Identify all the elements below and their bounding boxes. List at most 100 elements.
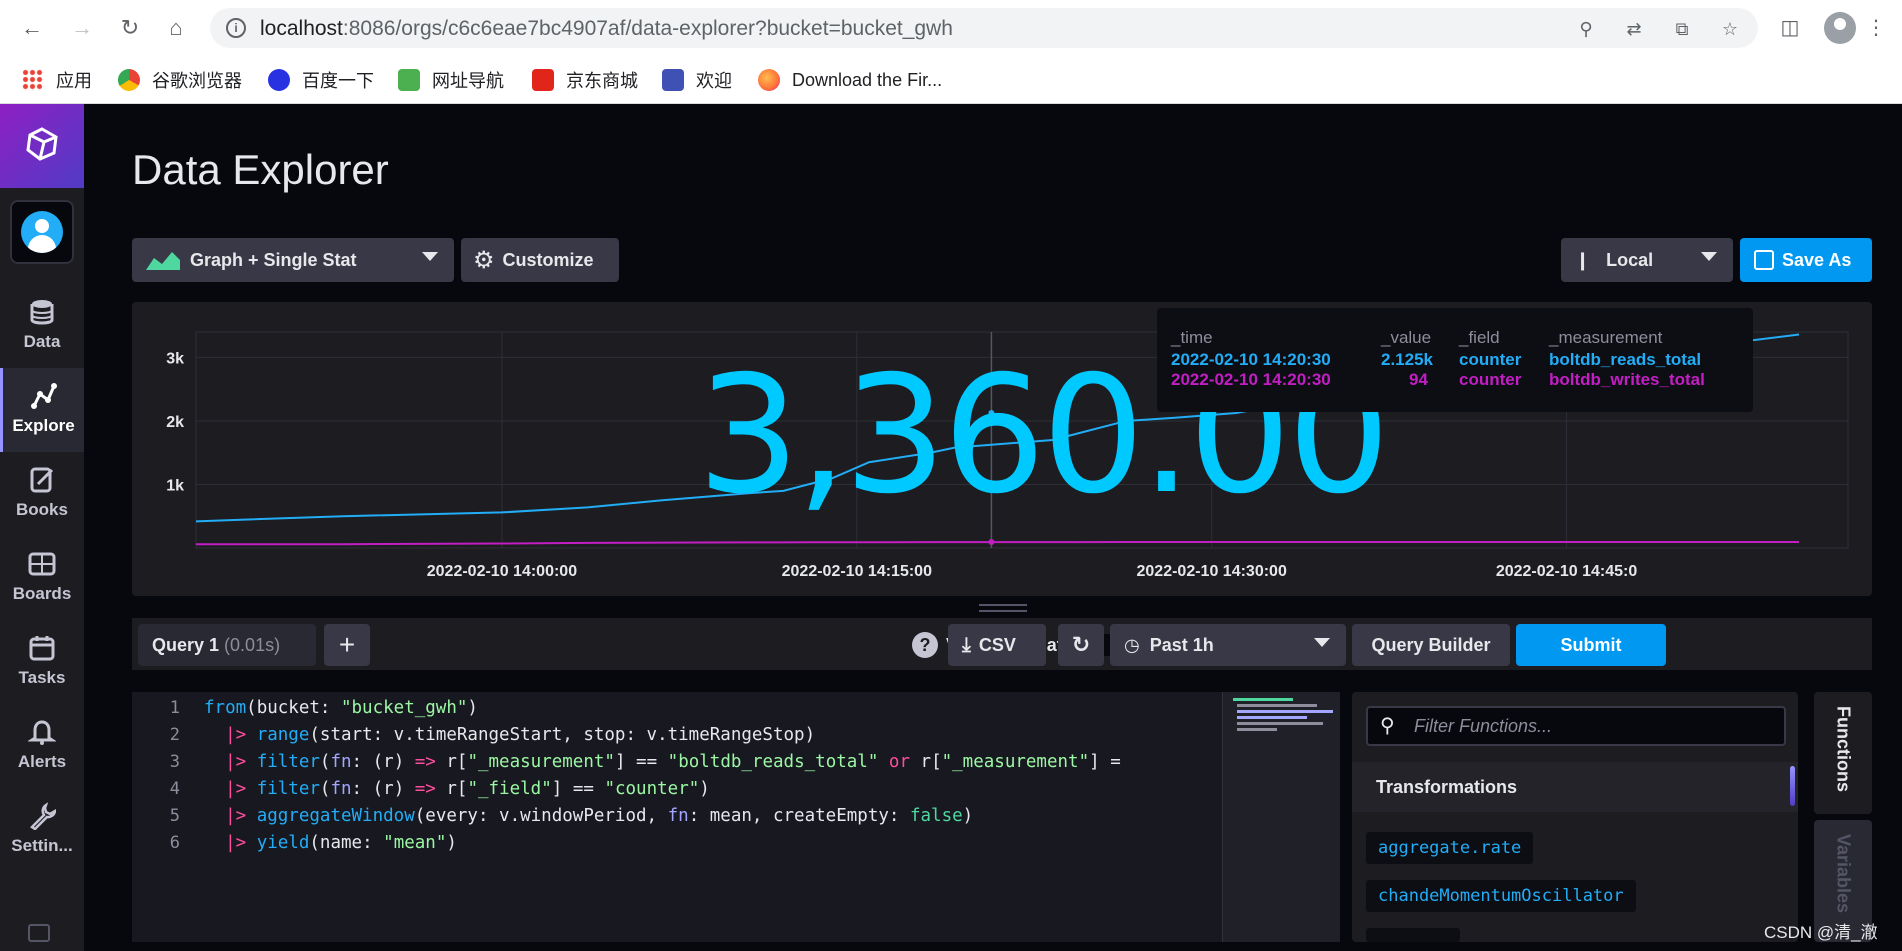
query-builder-label: Query Builder (1371, 634, 1491, 655)
x-tick-label: 2022-02-10 14:15:00 (782, 563, 932, 580)
code-minimap[interactable] (1222, 692, 1340, 942)
customize-button[interactable]: ⚙ Customize (461, 238, 619, 282)
submit-button[interactable]: Submit (1516, 624, 1666, 666)
code-line: |> filter(fn: (r) => r["_field"] == "cou… (225, 779, 710, 799)
view-type-dropdown[interactable]: Graph + Single Stat (132, 238, 454, 282)
cuboid-icon (26, 127, 58, 161)
add-query-button[interactable]: + (324, 624, 370, 666)
star-icon[interactable]: ☆ (1719, 18, 1741, 40)
sidebar: Data Explore Books Boards Tasks Alerts S… (0, 104, 84, 951)
query-bar: Query 1 (0.01s) + ? View Raw Data ⤓ CSV … (132, 618, 1872, 670)
profile-icon[interactable] (1824, 12, 1856, 44)
function-item[interactable]: aggregate.rate (1366, 832, 1534, 864)
time-range-label: Past 1h (1149, 634, 1214, 655)
time-range-dropdown[interactable]: ◷ Past 1h (1110, 624, 1346, 666)
bookmark-label: 京东商城 (566, 71, 638, 91)
key-icon[interactable]: ⚲ (1575, 18, 1597, 40)
sidebar-label: Boards (12, 584, 72, 603)
2345-house-icon (398, 69, 420, 91)
sidebar-item-alerts[interactable]: Alerts (0, 704, 84, 788)
forward-icon[interactable]: → (68, 14, 96, 42)
bookmark-jd[interactable]: 京东商城 (532, 66, 638, 94)
back-icon[interactable]: ← (18, 14, 46, 42)
refresh-button[interactable]: ↻ (1058, 624, 1104, 666)
user-avatar[interactable] (10, 200, 74, 264)
filter-functions-input[interactable]: ⚲ Filter Functions... (1366, 706, 1786, 746)
code-line: |> aggregateWindow(every: v.windowPeriod… (225, 806, 974, 826)
bookmark-label: 欢迎 (696, 71, 732, 91)
caret-down-icon (1701, 252, 1717, 261)
influxdb-app: Data Explore Books Boards Tasks Alerts S… (0, 104, 1902, 951)
tab-functions-label: Functions (1833, 706, 1854, 792)
timezone-label: Local (1606, 249, 1654, 270)
dashboard-icon (28, 552, 56, 576)
database-icon (30, 300, 54, 325)
baidu-paw-icon (268, 69, 290, 91)
csv-label: CSV (978, 634, 1016, 655)
welcome-icon (662, 69, 684, 91)
help-icon[interactable]: ? (912, 632, 938, 658)
graph-single-stat-icon (146, 252, 180, 270)
bookmark-baidu[interactable]: 百度一下 (268, 66, 374, 94)
clock-icon: ◷ (1124, 634, 1140, 655)
bookmark-label: 网址导航 (432, 71, 504, 91)
sidebar-label: Explore (12, 416, 75, 435)
function-item[interactable]: chandeMomentumOscillator (1366, 880, 1636, 912)
sidebar-label: Settin... (11, 836, 73, 855)
user-icon (21, 211, 63, 253)
x-tick-label: 2022-02-10 14:30:00 (1137, 563, 1287, 580)
function-item[interactable] (1366, 928, 1460, 942)
share-icon[interactable]: ⧉ (1671, 18, 1693, 40)
save-as-button[interactable]: Save As (1740, 238, 1872, 282)
flux-editor[interactable]: 1 2 3 4 5 6 from(bucket: "bucket_gwh") |… (132, 692, 1222, 942)
tab-functions[interactable]: Functions (1814, 692, 1872, 814)
tooltip-measurement: boltdb_writes_total (1549, 370, 1705, 389)
influxdb-logo[interactable] (0, 104, 84, 188)
resize-handle[interactable] (979, 604, 1027, 612)
gear-icon: ⚙ (473, 246, 495, 274)
tooltip-value: 94 (1409, 370, 1428, 389)
bookmark-apps[interactable]: 应用 (22, 66, 92, 94)
url-text: localhost:8086/orgs/c6c6eae7bc4907af/dat… (260, 17, 953, 40)
query-builder-button[interactable]: Query Builder (1352, 624, 1510, 666)
caret-down-icon (422, 252, 438, 261)
sidebar-label: Tasks (18, 668, 66, 687)
bookmark-label: 百度一下 (302, 71, 374, 91)
site-info-icon[interactable]: i (226, 18, 246, 38)
bookmark-chrome[interactable]: 谷歌浏览器 (118, 66, 242, 94)
wrench-icon (30, 802, 56, 830)
timezone-dropdown[interactable]: ❙ Local (1561, 238, 1733, 282)
csv-button[interactable]: ⤓ CSV (948, 624, 1046, 666)
search-icon: ⚲ (1380, 715, 1395, 737)
notebook-icon (30, 467, 54, 493)
hover-tooltip: _time _value _field _measurement 2022-02… (1157, 308, 1753, 412)
translate-icon[interactable]: ⇄ (1623, 18, 1645, 40)
side-panel-icon[interactable]: ◫ (1776, 14, 1804, 42)
tooltip-time: 2022-02-10 14:20:30 (1171, 350, 1331, 369)
y-tick-label: 1k (166, 477, 184, 494)
home-icon[interactable]: ⌂ (162, 14, 190, 42)
collapse-sidebar-icon[interactable] (28, 924, 50, 942)
sidebar-item-books[interactable]: Books (0, 452, 84, 536)
query-tab-timing: (0.01s) (224, 634, 281, 655)
sidebar-item-data[interactable]: Data (0, 284, 84, 368)
sidebar-item-boards[interactable]: Boards (0, 536, 84, 620)
bookmark-firefox[interactable]: Download the Fir... (758, 66, 942, 94)
sidebar-item-settings[interactable]: Settin... (0, 788, 84, 872)
sidebar-item-explore[interactable]: Explore (0, 368, 84, 452)
code-line: from(bucket: "bucket_gwh") (204, 698, 478, 718)
graph-panel[interactable]: 3k 2k 1k 2022-02-10 14:00:00 2022-02-10 14:1… (132, 302, 1872, 596)
sidebar-item-tasks[interactable]: Tasks (0, 620, 84, 704)
line-number: 2 (169, 725, 180, 745)
bookmark-welcome[interactable]: 欢迎 (662, 66, 732, 94)
bookmark-nav[interactable]: 网址导航 (398, 66, 504, 94)
reload-icon[interactable]: ↻ (116, 14, 144, 42)
menu-icon[interactable]: ⋮ (1862, 14, 1890, 42)
address-bar[interactable]: i localhost:8086/orgs/c6c6eae7bc4907af/d… (210, 8, 1758, 48)
download-icon: ⤓ (962, 633, 971, 656)
bell-icon (28, 720, 56, 745)
customize-label: Customize (502, 249, 594, 270)
scrollbar-thumb[interactable] (1790, 766, 1795, 806)
query-tab[interactable]: Query 1 (0.01s) (138, 624, 316, 666)
export-icon (1754, 250, 1774, 270)
